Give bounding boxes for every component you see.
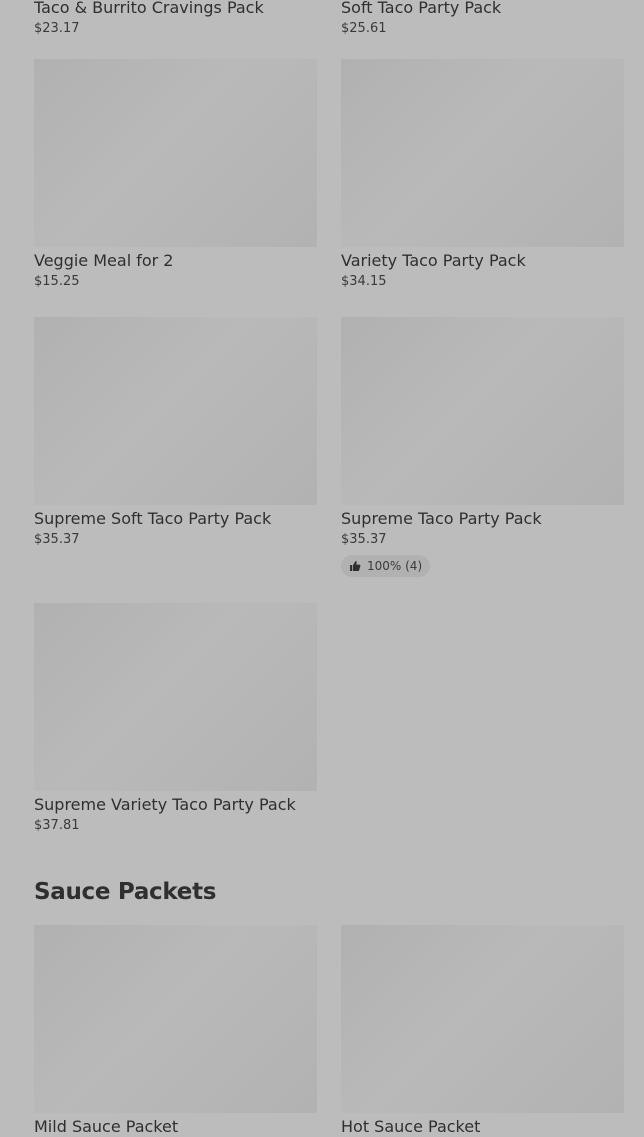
- item-image: [341, 925, 624, 1113]
- menu-item-card[interactable]: Supreme Taco Party Pack $35.37 100% (4): [341, 317, 624, 577]
- rating-badge: 100% (4): [341, 555, 431, 577]
- menu-item-card[interactable]: Mild Sauce Packet: [34, 925, 317, 1137]
- item-name: Soft Taco Party Pack: [341, 0, 502, 17]
- thumbs-up-icon: [350, 561, 361, 571]
- item-price: $25.61: [341, 21, 387, 36]
- item-price: $35.37: [341, 532, 387, 547]
- rating-text: 100% (4): [367, 559, 423, 573]
- item-name: Taco & Burrito Cravings Pack: [34, 0, 264, 17]
- item-name: Mild Sauce Packet: [34, 1117, 179, 1136]
- menu-item-card[interactable]: Soft Taco Party Pack $25.61: [341, 0, 624, 38]
- item-image: [341, 59, 624, 247]
- section-title: Sauce Packets: [34, 879, 217, 905]
- item-name: Supreme Soft Taco Party Pack: [34, 509, 272, 528]
- menu-item-card[interactable]: Supreme Soft Taco Party Pack $35.37: [34, 317, 317, 549]
- item-price: $35.37: [34, 532, 80, 547]
- item-price: $23.17: [34, 21, 80, 36]
- menu-item-card[interactable]: Supreme Variety Taco Party Pack $37.81: [34, 603, 317, 835]
- sauce-grid: Mild Sauce Packet Hot Sauce Packet: [34, 925, 624, 1136]
- item-name: Variety Taco Party Pack: [341, 251, 526, 270]
- item-image: [34, 317, 317, 505]
- item-name: Hot Sauce Packet: [341, 1117, 481, 1136]
- item-price: $37.81: [34, 818, 80, 833]
- item-price: $34.15: [341, 274, 387, 289]
- item-name: Supreme Variety Taco Party Pack: [34, 795, 296, 814]
- item-price: $15.25: [34, 274, 80, 289]
- item-image: [34, 603, 317, 791]
- item-image: [34, 59, 317, 247]
- menu-item-card[interactable]: Taco & Burrito Cravings Pack $23.17: [34, 0, 317, 38]
- item-name: Supreme Taco Party Pack: [341, 509, 542, 528]
- menu-item-card[interactable]: Variety Taco Party Pack $34.15: [341, 59, 624, 291]
- menu-item-card[interactable]: Veggie Meal for 2 $15.25: [34, 59, 317, 291]
- item-image: [341, 317, 624, 505]
- item-name: Veggie Meal for 2: [34, 251, 174, 270]
- item-image: [34, 925, 317, 1113]
- menu-item-card[interactable]: Hot Sauce Packet: [341, 925, 624, 1137]
